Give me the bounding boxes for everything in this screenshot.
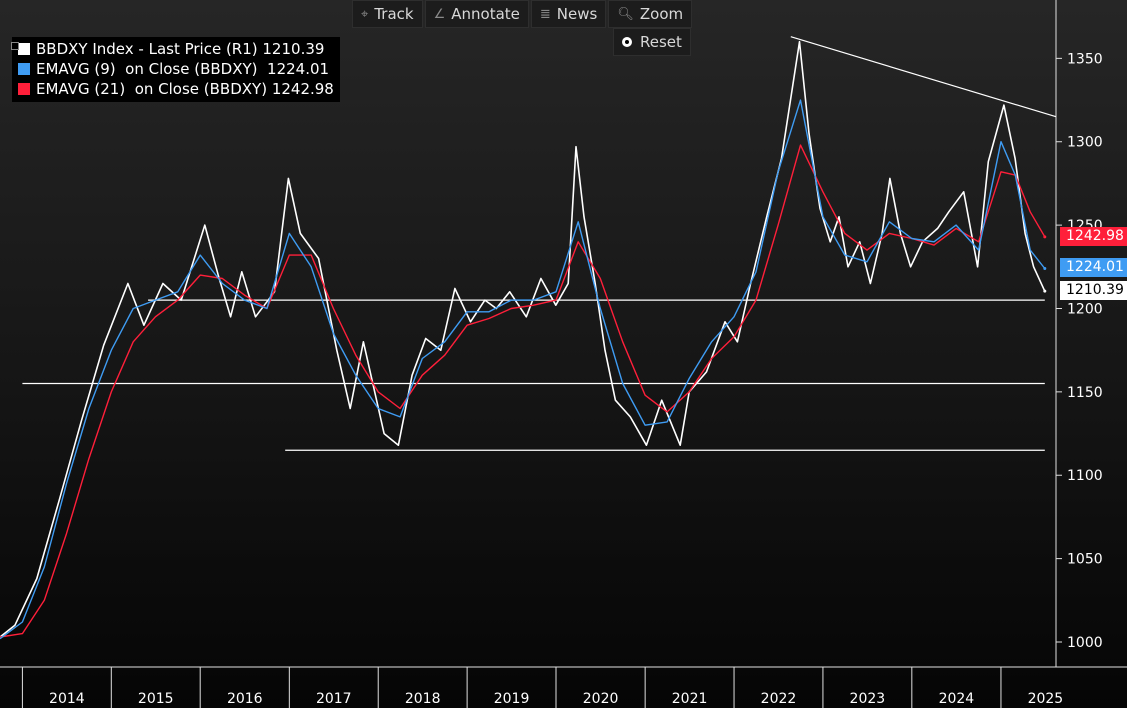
x-tick-label: 2025: [1028, 691, 1064, 707]
x-tick-label: 2019: [494, 691, 530, 707]
ema9-price-tag: 1224.01: [1060, 258, 1127, 278]
legend-swatch-white: [18, 43, 30, 55]
x-tick-label: 2018: [405, 691, 441, 707]
zoom-button[interactable]: 🔍︎ Zoom: [608, 0, 693, 28]
zoom-label: Zoom: [639, 5, 684, 23]
news-icon: ≣: [539, 6, 551, 22]
legend-swatch-red: [18, 83, 30, 95]
reset-icon: [622, 37, 632, 47]
ema21-price-tag: 1242.98: [1060, 226, 1127, 246]
chart-root: 1000105011001150120012501300135020142015…: [0, 0, 1127, 708]
track-button[interactable]: ⌖ Track: [352, 0, 423, 28]
crosshair-icon: ⌖: [361, 6, 369, 22]
annotate-label: Annotate: [451, 5, 520, 23]
y-tick-label: 1000: [1067, 635, 1103, 651]
ema21-series: [0, 144, 1046, 638]
last-price-series: [0, 40, 1046, 638]
news-button[interactable]: ≣ News: [530, 0, 607, 28]
last-price-tag: 1210.39: [1060, 281, 1127, 301]
ema9-series: [0, 99, 1046, 640]
ema9-series-end-point: [1043, 266, 1047, 270]
annotate-button[interactable]: ∠ Annotate: [424, 0, 529, 28]
y-tick-label: 1350: [1067, 51, 1103, 67]
x-tick-label: 2022: [761, 691, 797, 707]
y-tick-label: 1300: [1067, 135, 1103, 151]
ema21-series-end-point: [1043, 235, 1047, 239]
legend-entry-last-price[interactable]: BBDXY Index - Last Price (R1) 1210.39: [18, 39, 334, 59]
reset-button[interactable]: Reset: [613, 28, 691, 56]
x-tick-label: 2015: [138, 691, 174, 707]
y-tick-label: 1200: [1067, 301, 1103, 317]
y-tick-label: 1050: [1067, 552, 1103, 568]
x-tick-label: 2020: [583, 691, 619, 707]
x-tick-label: 2021: [672, 691, 708, 707]
legend-entry-ema21[interactable]: EMAVG (21) on Close (BBDXY) 1242.98: [18, 79, 334, 99]
chart-toolbar: ⌖ Track ∠ Annotate ≣ News 🔍︎ Zoom: [352, 0, 693, 28]
legend-swatch-blue: [18, 63, 30, 75]
trend-line: [790, 36, 1057, 118]
chart-legend: BBDXY Index - Last Price (R1) 1210.39 EM…: [11, 37, 340, 102]
x-tick-label: 2024: [939, 691, 975, 707]
x-tick-label: 2014: [49, 691, 85, 707]
x-tick-label: 2017: [316, 691, 352, 707]
last-price-series-end-point: [1043, 289, 1047, 293]
legend-label: EMAVG (21) on Close (BBDXY) 1242.98: [36, 80, 334, 98]
legend-label: EMAVG (9) on Close (BBDXY) 1224.01: [36, 60, 330, 78]
x-tick-label: 2023: [850, 691, 886, 707]
y-tick-label: 1100: [1067, 468, 1103, 484]
collapse-icon[interactable]: [11, 42, 19, 50]
y-tick-label: 1150: [1067, 385, 1103, 401]
news-label: News: [556, 5, 598, 23]
chart-plot[interactable]: 1000105011001150120012501300135020142015…: [0, 0, 1127, 708]
x-tick-label: 2016: [227, 691, 263, 707]
legend-entry-ema9[interactable]: EMAVG (9) on Close (BBDXY) 1224.01: [18, 59, 334, 79]
reset-label: Reset: [640, 33, 682, 51]
pencil-icon: ∠: [433, 6, 446, 22]
legend-label: BBDXY Index - Last Price (R1) 1210.39: [36, 40, 325, 58]
track-label: Track: [374, 5, 414, 23]
magnifier-icon: 🔍︎: [617, 6, 634, 22]
